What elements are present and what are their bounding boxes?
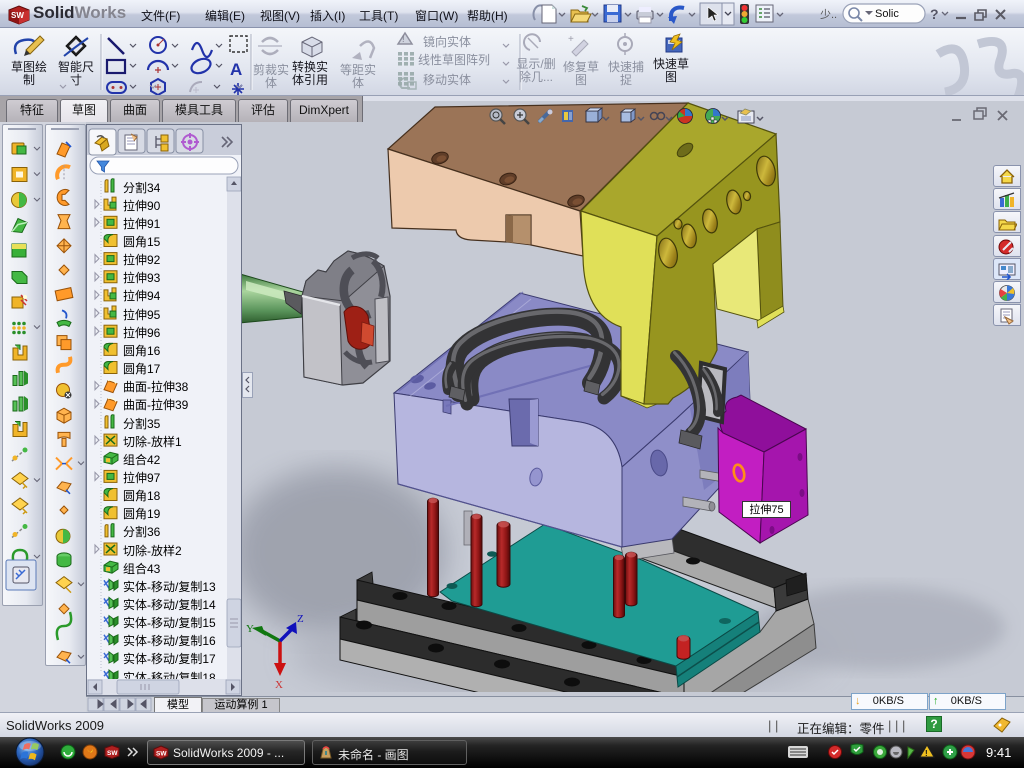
svg-text:9:41: 9:41	[986, 745, 1011, 760]
svg-text:SW: SW	[11, 11, 24, 20]
svg-text:?: ?	[930, 6, 939, 22]
svg-text:SW: SW	[156, 751, 167, 758]
svg-text:!: !	[925, 749, 928, 758]
svg-text:X: X	[275, 679, 283, 691]
svg-text:!: !	[402, 34, 405, 44]
svg-text:Solic: Solic	[875, 8, 899, 20]
svg-text:A: A	[230, 60, 242, 79]
svg-text:+: +	[568, 34, 574, 45]
svg-text:Y: Y	[246, 623, 254, 635]
svg-text:SW: SW	[107, 750, 118, 757]
svg-text:少..: 少..	[820, 8, 837, 21]
svg-text:Z: Z	[297, 613, 304, 625]
